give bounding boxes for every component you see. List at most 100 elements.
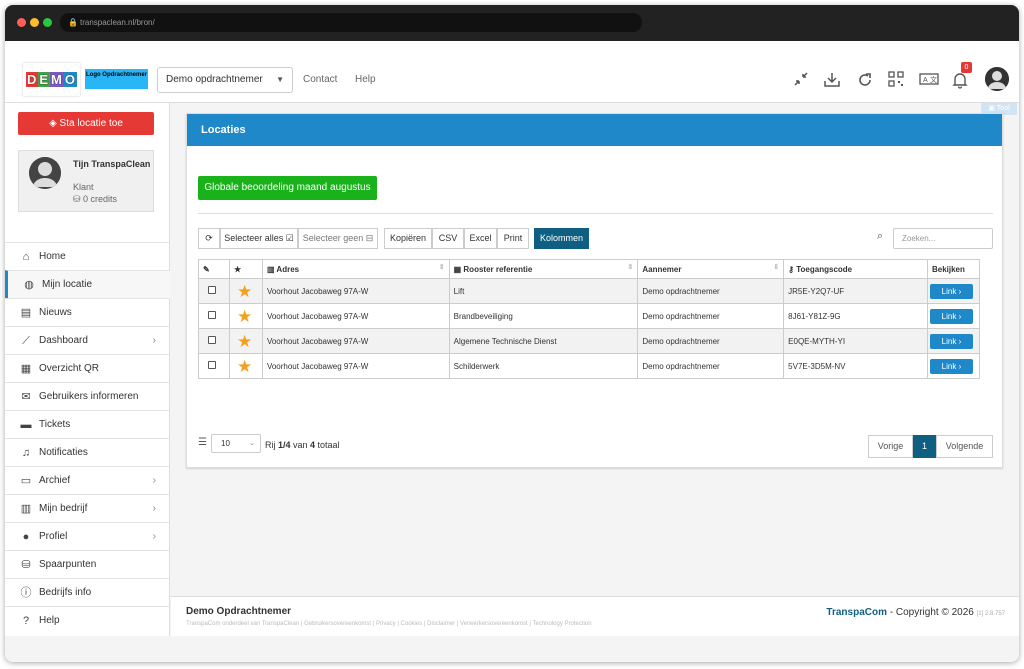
- copy-button[interactable]: Kopiëren: [384, 228, 432, 249]
- col-bekijken: Bekijken: [926, 259, 981, 279]
- cell-adres: Voorhout Jacobaweg 97A-W: [261, 353, 450, 379]
- row-star-cell: ★: [228, 278, 263, 304]
- select-none-button[interactable]: Selecteer geen ⊟: [298, 228, 378, 249]
- browser-window: 🔒 transpaclean.nl/bron/ DEMO Logo Opdrach…: [5, 5, 1019, 662]
- demo-logo[interactable]: DEMO: [23, 63, 80, 96]
- search-input[interactable]: Zoeken...: [893, 228, 993, 249]
- nav-contact[interactable]: Contact: [303, 74, 337, 85]
- browser-chrome: 🔒 transpaclean.nl/bron/: [5, 5, 1019, 41]
- row-checkbox[interactable]: [208, 311, 216, 319]
- panel-title: Locaties: [187, 114, 1002, 146]
- sidebar-item-mijn-locatie[interactable]: ◍ Mijn locatie: [5, 270, 170, 298]
- col-adres[interactable]: ▥ Adres ⇕: [261, 259, 450, 279]
- sidebar-item-dashboard[interactable]: ⟋ Dashboard ›: [5, 326, 170, 354]
- footer-links[interactable]: TranspaCom onderdeel van TranspaClean | …: [186, 621, 592, 627]
- columns-button[interactable]: Kolommen: [534, 228, 589, 249]
- col-toegangscode[interactable]: ⚷ Toegangscode: [783, 259, 928, 279]
- row-checkbox[interactable]: [208, 336, 216, 344]
- pager-next[interactable]: Volgende: [936, 435, 993, 458]
- help-icon: ?: [22, 615, 30, 627]
- bell-icon[interactable]: [951, 71, 969, 89]
- row-checkbox-cell: [198, 328, 230, 354]
- checkbox-minus-icon: ⊟: [363, 233, 374, 243]
- company-select[interactable]: Demo opdrachtnemer ▼: [157, 67, 293, 93]
- sidebar-item-mijn-bedrijf[interactable]: ▥ Mijn bedrijf ›: [5, 494, 170, 522]
- excel-button[interactable]: Excel: [464, 228, 497, 249]
- translate-icon[interactable]: A文: [919, 71, 939, 89]
- footer: Demo Opdrachtnemer TranspaCom onderdeel …: [171, 596, 1019, 636]
- row-checkbox[interactable]: [208, 286, 216, 294]
- divider: [198, 213, 993, 214]
- sidebar-item-profiel[interactable]: ● Profiel ›: [5, 522, 170, 550]
- cell-aannemer: Demo opdrachtnemer: [637, 328, 785, 354]
- chevron-right-icon: ›: [152, 531, 156, 542]
- opdrachtnemer-logo: Logo Opdrachtnemer: [85, 69, 148, 89]
- maximize-window-icon[interactable]: [43, 18, 52, 27]
- select-all-button[interactable]: Selecteer alles ☑: [220, 228, 298, 249]
- user-avatar[interactable]: [985, 67, 1009, 91]
- qr-code-icon[interactable]: [887, 71, 905, 89]
- link-button[interactable]: Link ›: [929, 308, 973, 324]
- star-icon[interactable]: ★: [237, 358, 252, 375]
- qr-icon: ▦: [20, 363, 32, 375]
- page-size-select[interactable]: 10 ⌄: [211, 434, 261, 453]
- add-location-button[interactable]: ◈ Sta locatie toe: [18, 112, 154, 135]
- table-row: ★ Voorhout Jacobaweg 97A-W Lift Demo opd…: [198, 278, 981, 304]
- chevron-right-icon: ›: [152, 475, 156, 486]
- sidebar-item-tickets[interactable]: ▬ Tickets: [5, 410, 170, 438]
- sidebar-item-overzicht-qr[interactable]: ▦ Overzicht QR: [5, 354, 170, 382]
- locations-table: ✎ ★ ▥ Adres ⇕ ▦ Rooster referentie ⇕ Aanne…: [198, 259, 981, 379]
- link-button[interactable]: Link ›: [929, 333, 973, 349]
- info-icon: ⓘ: [20, 587, 32, 599]
- col-aannemer[interactable]: Aannemer ⇕: [637, 259, 785, 279]
- sidebar-item-home[interactable]: ⌂ Home: [5, 242, 170, 270]
- row-checkbox[interactable]: [208, 361, 216, 369]
- nav-help[interactable]: Help: [355, 74, 376, 85]
- row-checkbox-cell: [198, 303, 230, 329]
- sidebar-item-bedrijfs-info[interactable]: ⓘ Bedrijfs info: [5, 578, 170, 606]
- minimize-window-icon[interactable]: [30, 18, 39, 27]
- locaties-panel: Locaties Globale beoordeling maand augus…: [186, 113, 1003, 468]
- sidebar-item-notificaties[interactable]: ♫ Notificaties: [5, 438, 170, 466]
- col-rooster[interactable]: ▦ Rooster referentie ⇕: [448, 259, 639, 279]
- link-button[interactable]: Link ›: [929, 283, 973, 299]
- cell-link: Link ›: [926, 278, 981, 304]
- profile-credits: ⛁ 0 credits: [73, 194, 118, 204]
- refresh-icon[interactable]: [856, 71, 874, 89]
- pager-prev[interactable]: Vorige: [868, 435, 913, 458]
- download-icon[interactable]: [823, 71, 841, 89]
- cell-aannemer: Demo opdrachtnemer: [637, 278, 785, 304]
- global-rating-button[interactable]: Globale beoordeling maand augustus: [198, 176, 377, 200]
- pager-current[interactable]: 1: [913, 435, 936, 458]
- cell-rooster: Brandbeveiliging: [448, 303, 639, 329]
- sort-icon: ⇕: [438, 264, 445, 271]
- close-window-icon[interactable]: [17, 18, 26, 27]
- col-star[interactable]: ★: [228, 259, 263, 279]
- sidebar-item-archief[interactable]: ▭ Archief ›: [5, 466, 170, 494]
- top-bar: DEMO Logo Opdrachtnemer Demo opdrachtnem…: [5, 41, 1019, 103]
- star-icon[interactable]: ★: [237, 283, 252, 300]
- star-icon[interactable]: ★: [237, 333, 252, 350]
- cell-adres: Voorhout Jacobaweg 97A-W: [261, 328, 450, 354]
- building-icon: ▥: [20, 503, 32, 515]
- cell-code: E0QE-MYTH-YI: [783, 328, 928, 354]
- compress-icon[interactable]: [792, 71, 810, 89]
- list-icon: ☰: [198, 437, 207, 448]
- sidebar-menu: ⌂ Home ◍ Mijn locatie ▤ Nieuws ⟋ Dashboard › …: [5, 242, 170, 634]
- profile-avatar: [29, 157, 61, 189]
- table-row: ★ Voorhout Jacobaweg 97A-W Brandbeveilig…: [198, 303, 981, 329]
- sidebar-item-help[interactable]: ? Help: [5, 606, 170, 634]
- sidebar-item-gebruikers-informeren[interactable]: ✉ Gebruikers informeren: [5, 382, 170, 410]
- print-button[interactable]: Print: [497, 228, 529, 249]
- csv-button[interactable]: CSV: [432, 228, 464, 249]
- sidebar-item-nieuws[interactable]: ▤ Nieuws: [5, 298, 170, 326]
- refresh-button[interactable]: ⟳: [198, 228, 220, 249]
- sidebar: ◈ Sta locatie toe Tijn TranspaClean Klan…: [5, 103, 170, 662]
- col-edit[interactable]: ✎: [198, 259, 230, 279]
- link-button[interactable]: Link ›: [929, 358, 973, 374]
- sidebar-item-spaarpunten[interactable]: ⛁ Spaarpunten: [5, 550, 170, 578]
- address-bar[interactable]: 🔒 transpaclean.nl/bron/: [60, 13, 642, 32]
- star-icon[interactable]: ★: [237, 308, 252, 325]
- chevron-right-icon: ›: [152, 503, 156, 514]
- cell-adres: Voorhout Jacobaweg 97A-W: [261, 303, 450, 329]
